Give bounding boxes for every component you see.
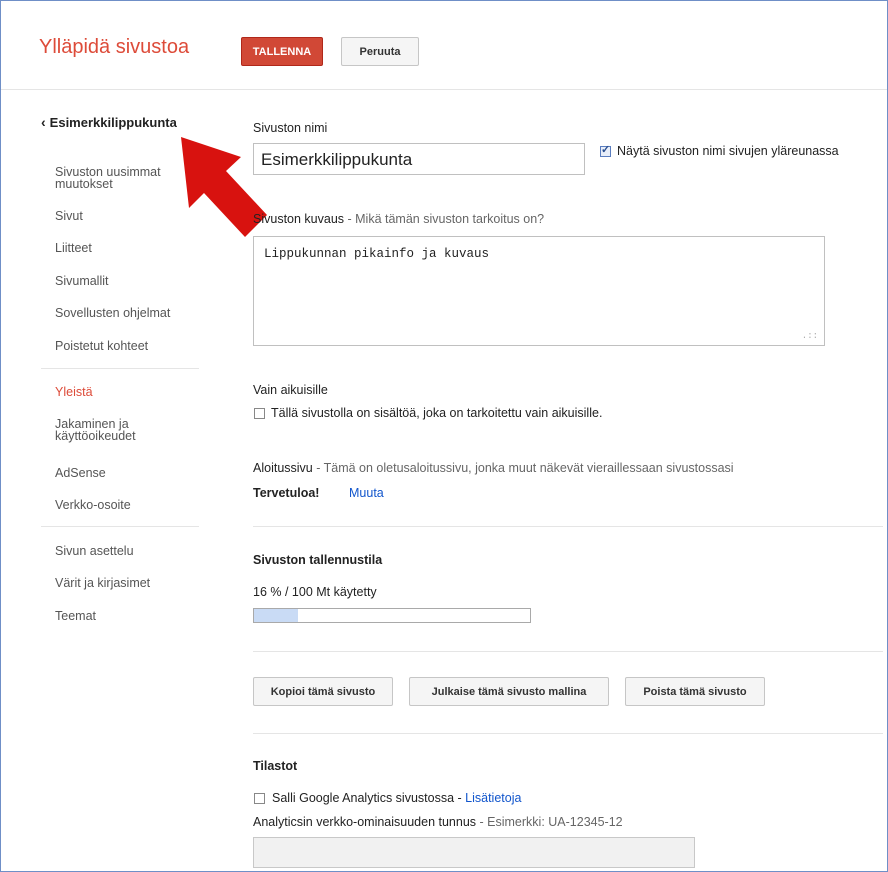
storage-usage-text: 16 % / 100 Mt käytetty xyxy=(253,585,377,599)
storage-progress-bar xyxy=(253,608,531,623)
cancel-button[interactable]: Peruuta xyxy=(341,37,419,66)
tracking-label-row: Analyticsin verkko-ominaisuuden tunnus -… xyxy=(253,815,623,829)
sidebar-item-app-scripts[interactable]: Sovellusten ohjelmat xyxy=(55,307,205,320)
show-name-label: Näytä sivuston nimi sivujen yläreunassa xyxy=(617,144,839,158)
sidebar-item-web-address[interactable]: Verkko-osoite xyxy=(55,499,205,512)
sidebar-item-themes[interactable]: Teemat xyxy=(55,610,205,623)
analytics-label: Salli Google Analytics sivustossa xyxy=(272,791,455,805)
sidebar-item-general[interactable]: Yleistä xyxy=(55,386,205,399)
storage-heading: Sivuston tallennustila xyxy=(253,553,383,567)
copy-site-button[interactable]: Kopioi tämä sivusto xyxy=(253,677,393,706)
analytics-label-row: Salli Google Analytics sivustossa - Lisä… xyxy=(272,791,521,805)
site-name-input[interactable]: Esimerkkilippukunta xyxy=(253,143,585,175)
description-label-row: Sivuston kuvaus - Mikä tämän sivuston ta… xyxy=(253,212,544,226)
storage-progress-fill xyxy=(254,609,299,622)
description-label: Sivuston kuvaus xyxy=(253,212,345,226)
landing-page-name: Tervetuloa! xyxy=(253,486,320,500)
change-landing-link[interactable]: Muuta xyxy=(349,486,384,500)
description-value: Lippukunnan pikainfo ja kuvaus xyxy=(264,247,490,261)
sidebar-divider xyxy=(41,526,199,527)
sidebar-item-deleted[interactable]: Poistetut kohteet xyxy=(55,340,205,353)
resize-grip-icon[interactable]: .:: xyxy=(802,331,818,341)
chevron-left-icon: ‹ xyxy=(41,114,46,130)
description-hint: - Mikä tämän sivuston tarkoitus on? xyxy=(344,212,545,226)
delete-site-button[interactable]: Poista tämä sivusto xyxy=(625,677,765,706)
sidebar-item-attachments[interactable]: Liitteet xyxy=(55,242,205,255)
site-name-label: Sivuston nimi xyxy=(253,121,328,135)
description-textarea[interactable]: Lippukunnan pikainfo ja kuvaus .:: xyxy=(253,236,825,346)
back-link[interactable]: ‹ Esimerkkilippukunta xyxy=(41,114,177,130)
sidebar-item-layout[interactable]: Sivun asettelu xyxy=(55,545,205,558)
section-divider xyxy=(253,651,883,652)
save-button[interactable]: TALLENNA xyxy=(241,37,323,66)
analytics-separator: - xyxy=(454,791,466,805)
section-divider xyxy=(253,733,883,734)
show-name-checkbox[interactable] xyxy=(600,143,611,157)
landing-hint: - Tämä on oletusaloitussivu, jonka muut … xyxy=(312,461,734,475)
section-divider xyxy=(253,526,883,527)
landing-label-row: Aloitussivu - Tämä on oletusaloitussivu,… xyxy=(253,461,734,475)
sidebar-item-sharing[interactable]: Jakaminen ja käyttöoikeudet xyxy=(55,418,205,443)
analytics-checkbox[interactable] xyxy=(254,793,265,804)
sidebar-item-colors-fonts[interactable]: Värit ja kirjasimet xyxy=(55,577,205,590)
tracking-id-input[interactable] xyxy=(253,837,695,868)
page-title: Ylläpidä sivustoa xyxy=(39,36,190,58)
tracking-label: Analyticsin verkko-ominaisuuden tunnus xyxy=(253,815,477,829)
sidebar-divider xyxy=(41,368,199,369)
site-name-link: Esimerkkilippukunta xyxy=(49,114,177,130)
landing-label: Aloitussivu xyxy=(253,461,313,475)
sidebar-item-templates[interactable]: Sivumallit xyxy=(55,275,205,288)
publish-template-button[interactable]: Julkaise tämä sivusto mallina xyxy=(409,677,609,706)
sidebar-item-adsense[interactable]: AdSense xyxy=(55,467,205,480)
adults-heading: Vain aikuisille xyxy=(253,383,328,397)
stats-heading: Tilastot xyxy=(253,759,298,773)
adults-checkbox[interactable] xyxy=(254,408,265,419)
tracking-hint: - Esimerkki: UA-12345-12 xyxy=(476,815,623,829)
learn-more-link[interactable]: Lisätietoja xyxy=(465,791,521,805)
header: Ylläpidä sivustoa TALLENNA Peruuta xyxy=(1,1,887,90)
app-window: Ylläpidä sivustoa TALLENNA Peruuta ‹ Esi… xyxy=(0,0,888,872)
adults-label: Tällä sivustolla on sisältöä, joka on ta… xyxy=(271,406,603,420)
